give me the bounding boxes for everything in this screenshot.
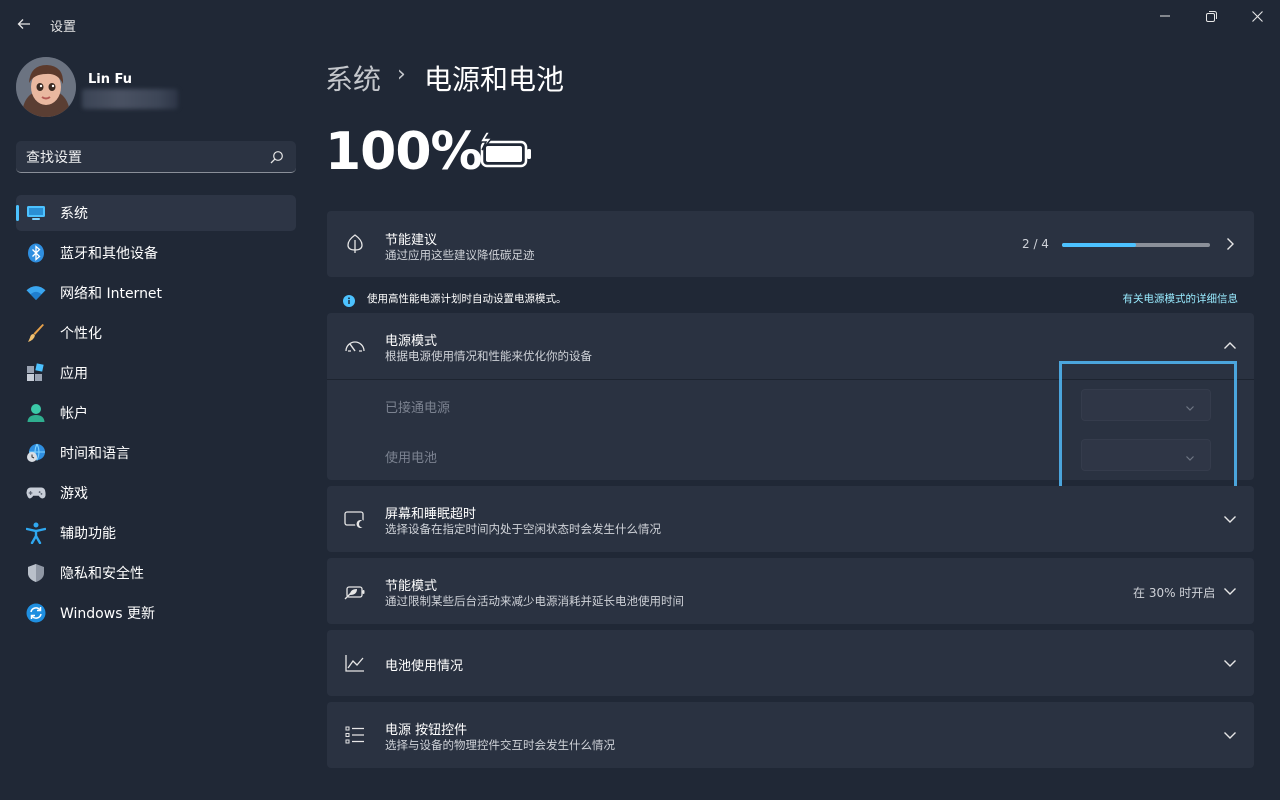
highlight-box [1059,361,1237,493]
sidebar-item-label: 系统 [60,206,88,222]
apps-icon [26,363,46,383]
sidebar-item-label: 蓝牙和其他设备 [60,246,158,262]
system-icon [26,203,46,223]
app-title: 设置 [50,20,77,35]
power-mode-info-link[interactable]: 有关电源模式的详细信息 [1123,291,1239,306]
leaf-icon [343,232,367,256]
card-title: 电源 按钮控件 [385,723,468,738]
battery-percent: 100% [325,122,483,182]
selected-indicator [16,205,19,221]
line-chart-icon [343,651,367,675]
sidebar-item-label: 应用 [60,366,88,382]
user-name: Lin Fu [88,72,133,87]
sidebar-item-gaming[interactable]: 游戏 [16,475,296,511]
avatar[interactable] [16,57,76,117]
sidebar-item-privacy[interactable]: 隐私和安全性 [16,555,296,591]
chevron-right-icon[interactable] [1222,236,1238,252]
sidebar-item-network[interactable]: 网络和 Internet [16,275,296,311]
card-subtitle: 通过限制某些后台活动来减少电源消耗并延长电池使用时间 [385,594,684,608]
breadcrumb-parent[interactable]: 系统 [325,58,381,98]
chevron-down-icon[interactable] [1222,655,1238,671]
energy-recommendations-card[interactable]: 节能建议 通过应用这些建议降低碳足迹 2 / 4 [327,211,1254,277]
on-battery-label: 使用电池 [385,451,438,466]
sidebar-item-label: Windows 更新 [60,606,155,622]
minimize-icon[interactable] [1142,0,1188,32]
user-email-blurred [82,89,178,109]
card-subtitle: 选择与设备的物理控件交互时会发生什么情况 [385,738,615,752]
sidebar-item-apps[interactable]: 应用 [16,355,296,391]
search-icon[interactable] [270,149,284,164]
progress-bar [1062,243,1210,247]
sidebar-item-label: 隐私和安全性 [60,566,144,582]
card-title: 屏幕和睡眠超时 [385,507,477,522]
sidebar-item-label: 游戏 [60,486,88,502]
chevron-up-icon[interactable] [1222,338,1238,354]
bluetooth-icon [26,243,46,263]
restore-icon[interactable] [1188,0,1234,32]
card-title: 电源模式 [385,334,438,349]
wifi-icon [26,283,46,303]
sidebar-item-label: 辅助功能 [60,526,116,542]
card-subtitle: 选择设备在指定时间内处于空闲状态时会发生什么情况 [385,522,661,536]
chevron-down-icon[interactable] [1222,727,1238,743]
sidebar-item-label: 网络和 Internet [60,286,163,302]
progress-fill [1062,243,1136,247]
account-icon [26,403,46,423]
gauge-icon [343,334,367,358]
back-arrow-icon[interactable] [12,12,36,36]
accessibility-icon [26,522,46,544]
power-buttons-card[interactable]: 电源 按钮控件 选择与设备的物理控件交互时会发生什么情况 [327,702,1254,768]
screen-sleep-card[interactable]: 屏幕和睡眠超时 选择设备在指定时间内处于空闲状态时会发生什么情况 [327,486,1254,552]
chevron-down-icon[interactable] [1222,583,1238,599]
card-title: 节能建议 [385,233,438,248]
globe-clock-icon [26,443,46,463]
sidebar-item-personalization[interactable]: 个性化 [16,315,296,351]
card-subtitle: 根据电源使用情况和性能来优化你的设备 [385,349,592,363]
search-box[interactable] [16,141,296,174]
battery-saver-icon [343,580,367,604]
sidebar-item-label: 帐户 [60,406,88,422]
chevron-down-icon[interactable] [1222,511,1238,527]
sidebar-item-label: 时间和语言 [60,446,130,462]
brush-icon [26,323,46,343]
screen-sleep-icon [343,508,367,532]
energy-saver-card[interactable]: 节能模式 通过限制某些后台活动来减少电源消耗并延长电池使用时间 在 30% 时开… [327,558,1254,624]
info-bar: 使用高性能电源计划时自动设置电源模式。 有关电源模式的详细信息 [327,286,1254,310]
sidebar-item-bluetooth[interactable]: 蓝牙和其他设备 [16,235,296,271]
shield-icon [26,563,46,583]
card-title: 节能模式 [385,579,438,594]
sidebar-item-accounts[interactable]: 帐户 [16,395,296,431]
breadcrumb-separator: › [397,62,406,87]
update-icon [26,603,46,623]
list-icon [343,723,367,747]
info-text: 使用高性能电源计划时自动设置电源模式。 [367,293,567,305]
search-input[interactable] [16,141,268,174]
sidebar-item-system[interactable]: 系统 [16,195,296,231]
card-subtitle: 通过应用这些建议降低碳足迹 [385,248,535,262]
plugged-in-label: 已接通电源 [385,401,451,416]
battery-usage-card[interactable]: 电池使用情况 [327,630,1254,696]
sidebar-item-label: 个性化 [60,326,102,342]
info-icon [343,292,355,307]
card-title: 电池使用情况 [385,659,464,674]
close-icon[interactable] [1234,0,1280,32]
battery-charging-icon [476,130,534,172]
title-bar: 设置 [0,0,1280,48]
page-title: 电源和电池 [424,63,565,96]
gamepad-icon [26,483,46,503]
progress-count: 2 / 4 [1022,237,1049,251]
sidebar-item-time-language[interactable]: 时间和语言 [16,435,296,471]
sidebar-item-windows-update[interactable]: Windows 更新 [16,595,296,631]
sidebar-item-accessibility[interactable]: 辅助功能 [16,515,296,551]
energy-saver-status: 在 30% 时开启 [1133,586,1216,600]
